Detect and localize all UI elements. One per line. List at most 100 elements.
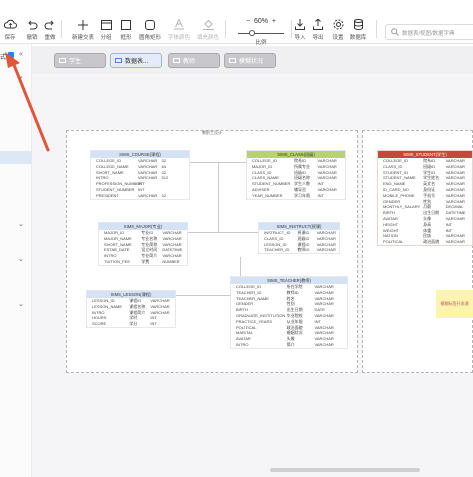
entity-field-row[interactable]: PRESIDENT VARCHAR 32 [91,193,189,199]
tab-data-table[interactable]: 数据表... [110,53,162,68]
zoom-plus-icon[interactable]: + [272,18,276,25]
field-cell: 简介 [286,341,295,347]
sticky-note[interactable]: 模糊标签开发通 [436,290,473,318]
field-cell: INT [317,192,324,198]
field-cell: POLITICAL [383,239,404,245]
table-icon [229,58,236,63]
field-cell: TEACHER_ID [264,247,290,253]
zoom-control[interactable]: − 60% + 比例 [232,18,290,46]
entity-class-table[interactable]: SIMS_CLASS(班级) COLLEGE_ID 院系ID VARCHAR MAJOR… [246,150,346,200]
zoom-label: 比例 [255,40,267,46]
field-cell: PRESIDENT [96,192,119,198]
toolbar-divider [376,20,377,38]
search-input[interactable]: 数据表/视图/数据字典 [385,24,473,40]
field-cell: VARCHAR [314,341,334,347]
database-label: 数据库 [349,35,367,41]
relation-line [218,162,219,232]
diagram-caption: 教职工设计 [202,130,222,135]
entity-title: SIMS_CLASS(班级) [247,151,345,158]
field-cell: 学费 [141,258,150,264]
entity-field-row[interactable]: SCORE 学分 INT [87,321,175,327]
sticky-note-text: 模糊标签开发通 [440,301,469,306]
sidebar-header: 式 « [0,50,32,64]
chevron-down-icon[interactable]: ⌄ [18,220,24,228]
entity-title: SIMS_COURSE(课程) [91,151,189,158]
zoom-percent: 60% [253,18,268,25]
entity-title: SIMS_MAJOR(专业) [99,223,187,230]
rounded-rect-button[interactable]: 圆角矩形 [136,18,164,41]
tab-student[interactable]: 学生 [54,53,106,68]
zoom-minus-icon[interactable]: − [246,18,250,25]
redo-icon [36,18,64,31]
zoom-slider-track[interactable] [238,33,284,34]
relation-line [240,257,241,278]
checkbox-icon[interactable] [8,52,14,58]
field-cell: 32 [161,192,166,198]
tab-label: 教师 [183,59,196,65]
field-cell: VARCHAR [316,247,336,253]
sidebar-title: 式 [0,55,7,61]
entity-field-row[interactable]: YEAR_NUMBER 学习年限 INT [247,193,345,199]
tab-label: 模糊状况 [239,59,264,65]
entity-title: SIMS_INSTRUCT(授课) [259,223,339,230]
entity-field-row[interactable]: TEACHER_ID 教师ID VARCHAR [259,247,339,253]
redo-label: 重做 [44,35,56,41]
entity-field-row[interactable]: POLITICAL 政治面貌 VARCHAR [378,239,472,245]
toolbar-divider [61,20,62,38]
entity-title: SIMS_TEACHER(教师) [231,277,347,284]
entity-title: SIMS_LESSON(课程) [87,291,175,298]
field-cell: TUITION_FEE [104,258,131,264]
entity-teacher-table[interactable]: SIMS_TEACHER(教师) COLLEGE_ID 所在学院 VARCHAR TEA… [230,276,348,349]
diagram-tab-bar: 学生 数据表... 教师 模糊状况 [32,46,473,74]
search-placeholder: 数据表/视图/数据字典 [402,31,455,37]
font-color-icon [165,18,193,31]
entity-field-row[interactable]: TUITION_FEE 学费 NUMBER [99,259,187,265]
field-cell: 教师ID [297,247,310,253]
chevron-down-icon[interactable]: ⌄ [18,255,24,263]
table-icon [115,58,122,63]
rounded-square-icon [136,18,164,31]
relation-line [176,232,260,233]
database-button[interactable]: 数据库 [344,18,372,41]
entity-instruct-table[interactable]: SIMS_INSTRUCT(授课) INSTRUCT_ID 授课ID VARCHAR C… [258,222,340,255]
zoom-value: − 60% + [232,18,290,25]
field-cell: NUMBER [162,258,180,264]
entity-major-table[interactable]: SIMS_MAJOR(专业) MAJOR_ID 专业ID VARCHAR MAJOR_N… [98,222,188,266]
sidebar: 式 « ⌄ ⌄ ⌄ ⌄ [0,44,32,477]
zoom-slider-handle[interactable] [249,30,255,36]
entity-course-table[interactable]: SIMS_COURSE(课程) COLLEGE_ID VARCHAR 32 COLLEG… [90,150,190,200]
field-cell: 学习年限 [294,192,311,198]
sidebar-selected-item[interactable] [0,151,32,164]
relation-line [176,295,230,296]
field-cell: VARCHAR [445,239,465,245]
entity-student-table[interactable]: SIMS_STUDENT(学生) COLLEGE_ID 院系ID VARCHAR CLA… [377,150,473,246]
tab-label: 数据表... [125,59,149,65]
chevron-down-icon[interactable]: ⌄ [18,300,24,308]
font-color-button[interactable]: 字体颜色 [165,18,193,41]
field-cell: SCORE [92,321,107,327]
collapse-icon[interactable]: « [19,51,23,58]
field-cell: YEAR_NUMBER [252,192,283,198]
fill-color-button[interactable]: 填充颜色 [194,18,222,41]
field-cell: 学分 [129,321,138,327]
horizontal-scrollbar[interactable] [270,468,420,472]
tab-label: 学生 [69,59,82,65]
field-cell: INT [150,321,157,327]
rounded-rect-label: 圆角矩形 [138,35,161,41]
tab-fuzzy-status[interactable]: 模糊状况 [224,53,276,68]
entity-title: SIMS_STUDENT(学生) [378,151,472,158]
paint-bucket-icon [194,18,222,31]
font-color-label: 字体颜色 [167,35,190,41]
tab-teacher[interactable]: 教师 [168,53,220,68]
entity-field-row[interactable]: INTRO 简介 VARCHAR [231,342,347,348]
entity-lesson-table[interactable]: SIMS_LESSON(课程) LESSON_ID 课程ID VARCHAR LESSO… [86,290,176,328]
chevron-down-icon[interactable]: ⌄ [18,72,24,80]
toolbar: 保存 撤销 重做 新建交表 分组 框形 圆角矩形 字体颜色 填充颜色 − 60%… [0,0,473,46]
database-icon [344,18,372,31]
search-icon [391,28,399,38]
redo-button[interactable]: 重做 [36,18,64,41]
table-icon [59,58,66,63]
field-cell: INTRO [236,341,249,347]
field-cell: VARCHAR [138,192,158,198]
table-icon [173,58,180,63]
